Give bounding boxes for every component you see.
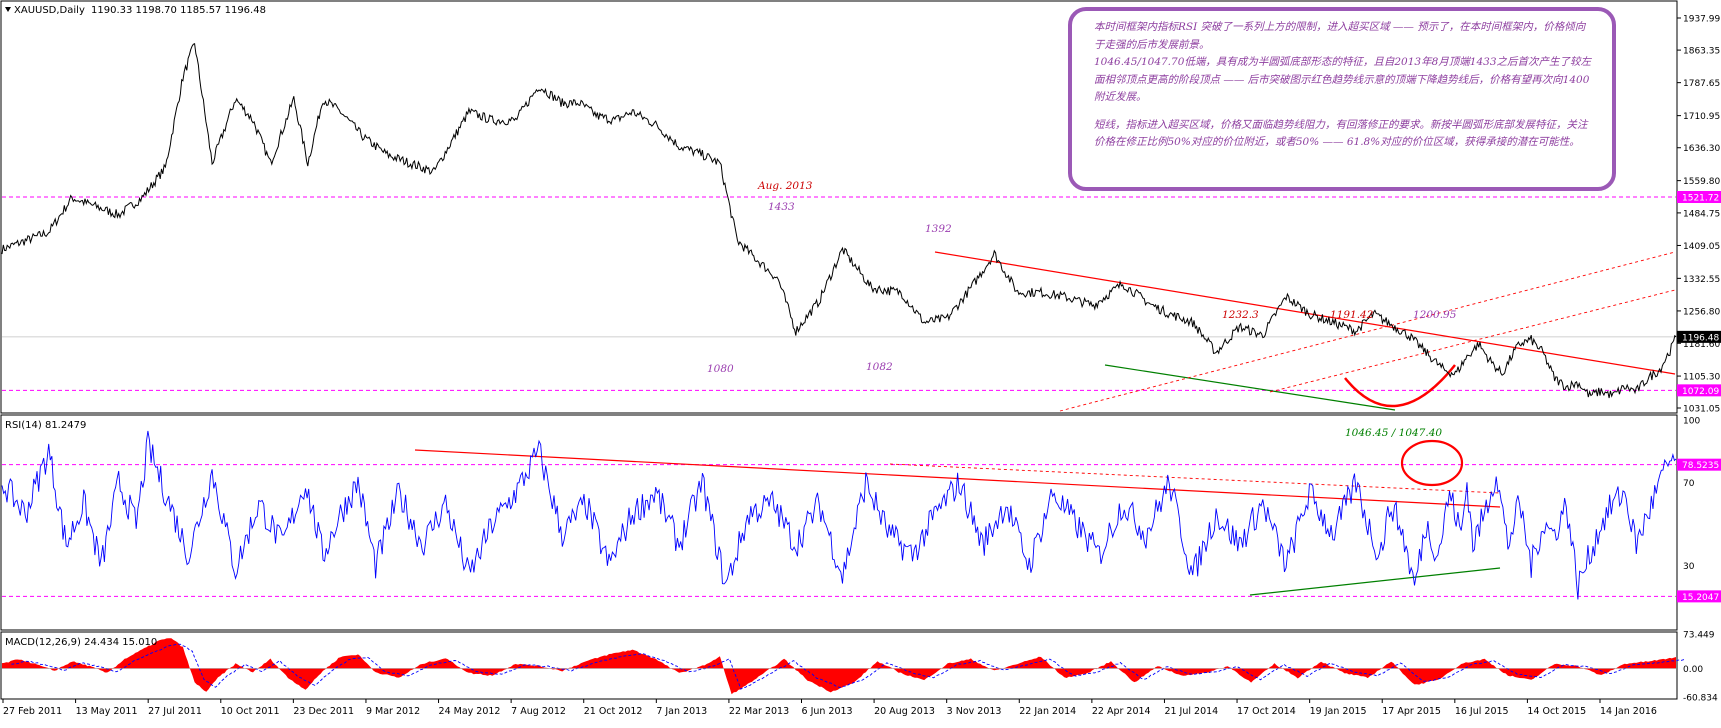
price-y-tick: 1863.35 xyxy=(1683,47,1720,57)
note-paragraph-2: 1046.45/1047.70低端，具有成为半圆弧底部形态的特征，且自2013年… xyxy=(1094,56,1592,103)
rsi-series xyxy=(1,430,1677,600)
x-tick-label: 7 Jan 2013 xyxy=(656,706,707,717)
price-annotation: 1392 xyxy=(925,223,952,235)
trend-lines xyxy=(414,251,1676,596)
last-price-label: 1196.48 xyxy=(1682,333,1719,343)
x-tick-label: 27 Feb 2011 xyxy=(3,706,62,717)
price-annotation: 1232.3 xyxy=(1222,309,1259,321)
x-tick-label: 21 Jul 2014 xyxy=(1164,706,1218,717)
x-tick-label: 13 May 2011 xyxy=(76,706,138,717)
level-lines: 1521.72 1072.09 78.5235 15.2047 xyxy=(2,191,1721,603)
price-level-label: 1521.72 xyxy=(1682,194,1719,204)
macd-y-tick: -60.834 xyxy=(1683,694,1718,704)
x-tick-label: 10 Oct 2011 xyxy=(221,706,280,717)
symbol-label: XAUUSD,Daily xyxy=(14,5,85,16)
price-y-tick: 1559.80 xyxy=(1683,177,1720,187)
rsi-downtrend-dotted xyxy=(889,463,1501,494)
x-tick-label: 19 Jan 2015 xyxy=(1310,706,1367,717)
x-tick-label: 23 Dec 2011 xyxy=(293,706,354,717)
x-axis-labels: 27 Feb 2011 13 May 2011 27 Jul 2011 10 Oct … xyxy=(2,699,1657,717)
price-y-tick: 1787.65 xyxy=(1683,79,1720,89)
rsi-line xyxy=(1,430,1677,600)
macd-y-tick: 73.449 xyxy=(1683,631,1715,641)
x-tick-label: 6 Jun 2013 xyxy=(802,706,853,717)
macd-series xyxy=(2,638,1686,695)
price-level-label: 1072.09 xyxy=(1682,387,1719,397)
x-tick-label: 22 Jan 2014 xyxy=(1019,706,1076,717)
x-tick-label: 24 May 2012 xyxy=(439,706,501,717)
x-tick-label: 7 Aug 2012 xyxy=(511,706,566,717)
rsi-y-tick: 30 xyxy=(1683,562,1695,572)
rsi-support-line xyxy=(1249,567,1501,596)
note-paragraph-3: 短线，指标进入超买区域，价格又面临趋势线阻力，有回落修正的要求。新按半圆弧形底部… xyxy=(1094,118,1588,149)
note-paragraph-1: 本时间框架内指标RSI 突破了一系列上方的限制，进入超买区域 —— 预示了，在本… xyxy=(1094,21,1586,51)
price-channel-dotted-1 xyxy=(1059,251,1676,412)
x-tick-label: 17 Apr 2015 xyxy=(1382,706,1441,717)
price-annotations: Aug. 2013 1433 1392 1080 1082 1232.3 1191.42 12… xyxy=(707,180,1457,375)
x-tick-label: 14 Oct 2015 xyxy=(1527,706,1586,717)
rsi-low-annotation: 1046.45 / 1047.40 xyxy=(1345,427,1442,439)
price-annotation: Aug. 2013 xyxy=(757,180,813,192)
rsi-y-tick: 70 xyxy=(1683,479,1695,489)
price-y-tick: 1105.30 xyxy=(1683,373,1720,383)
x-tick-label: 14 Jan 2016 xyxy=(1600,706,1657,717)
price-y-tick: 1937.99 xyxy=(1683,15,1720,25)
x-tick-label: 16 Jul 2015 xyxy=(1455,706,1509,717)
ohlc-values: 1190.33 1198.70 1185.57 1196.48 xyxy=(91,5,266,16)
price-y-tick: 1031.05 xyxy=(1683,405,1720,415)
price-annotation: 1080 xyxy=(707,363,734,375)
price-y-tick: 1636.30 xyxy=(1683,144,1720,154)
rsi-level-label: 78.5235 xyxy=(1682,461,1719,471)
rsi-overbought-circle xyxy=(1400,439,1464,487)
x-tick-label: 22 Apr 2014 xyxy=(1092,706,1151,717)
macd-y-tick: 0.00 xyxy=(1683,665,1703,675)
price-annotation: 1433 xyxy=(768,201,795,213)
x-tick-label: 22 Mar 2013 xyxy=(729,706,789,717)
analysis-note-box: 本时间框架内指标RSI 突破了一系列上方的限制，进入超买区域 —— 预示了，在本… xyxy=(1068,7,1616,191)
rsi-y-tick: 100 xyxy=(1683,417,1700,427)
price-annotation: 1191.42 xyxy=(1330,309,1374,321)
rsi-level-label: 15.2047 xyxy=(1682,593,1719,603)
price-y-tick: 1332.55 xyxy=(1683,275,1720,285)
macd-histogram xyxy=(2,638,1676,695)
price-y-tick: 1484.75 xyxy=(1683,209,1720,219)
x-tick-label: 21 Oct 2012 xyxy=(584,706,643,717)
x-tick-label: 27 Jul 2011 xyxy=(148,706,202,717)
price-y-tick: 1710.95 xyxy=(1683,112,1720,122)
symbol-dropdown-icon[interactable] xyxy=(5,7,11,12)
price-y-tick: 1256.80 xyxy=(1683,307,1720,317)
x-tick-label: 17 Oct 2014 xyxy=(1237,706,1296,717)
x-tick-label: 3 Nov 2013 xyxy=(947,706,1002,717)
price-annotation: 1200.95 xyxy=(1413,309,1457,321)
x-tick-label: 20 Aug 2013 xyxy=(874,706,935,717)
macd-label: MACD(12,26,9) 24.434 15.010 xyxy=(5,637,157,648)
price-annotation: 1082 xyxy=(866,361,893,373)
x-tick-label: 9 Mar 2012 xyxy=(366,706,420,717)
rsi-label: RSI(14) 81.2479 xyxy=(5,420,86,431)
rounding-bottom-arc xyxy=(1344,364,1456,408)
price-y-tick: 1409.05 xyxy=(1683,242,1720,252)
price-support-line xyxy=(1104,364,1396,411)
